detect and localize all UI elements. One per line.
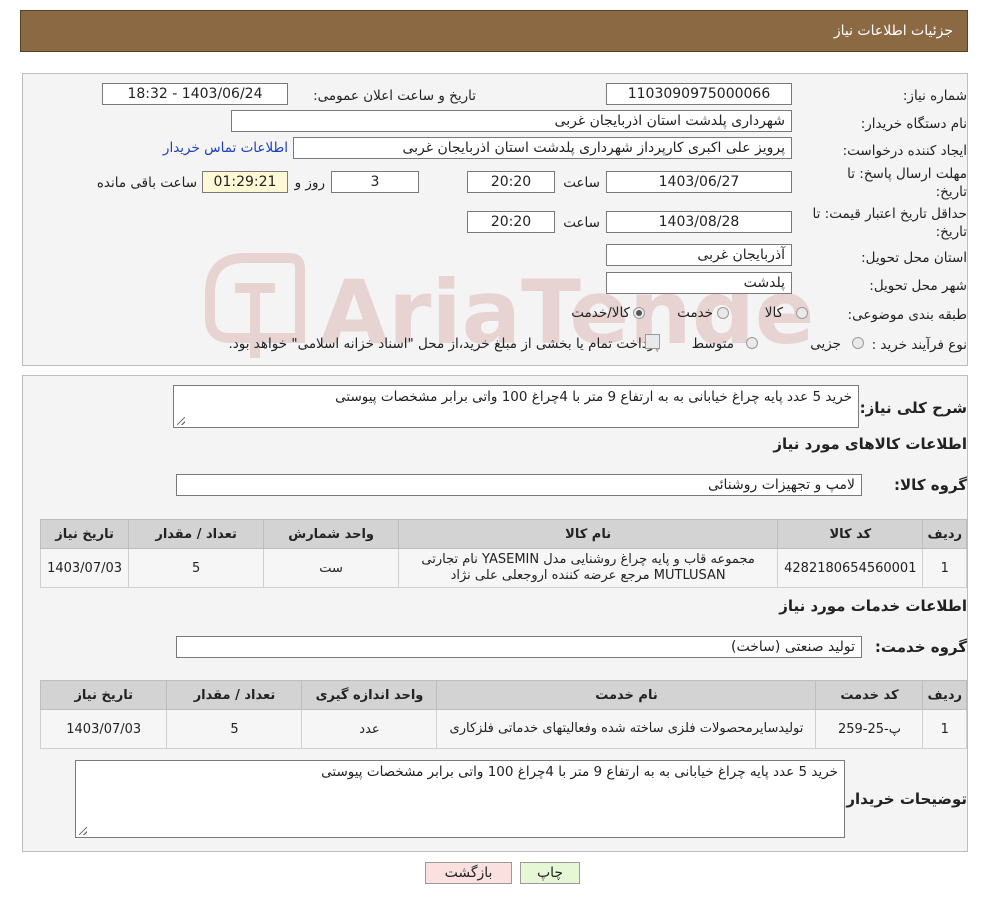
cell-measure-unit: عدد [301, 709, 438, 749]
goods-table: ردیف کد کالا نام کالا واحد شمارش تعداد /… [39, 519, 967, 588]
remaining-time-field: 01:29:21 [202, 171, 288, 193]
col-measure-unit: واحد اندازه گیری [301, 680, 438, 710]
col-quantity: تعداد / مقدار [128, 519, 265, 549]
services-table: ردیف کد خدمت نام خدمت واحد اندازه گیری ت… [39, 680, 967, 749]
goods-group-label: گروه کالا: [894, 476, 967, 494]
deadline-label-date: تاریخ: [935, 184, 967, 200]
back-button[interactable]: بازگشت [425, 862, 512, 884]
days-label: روز و [294, 175, 325, 191]
city-label: شهر محل تحویل: [869, 278, 967, 294]
announce-datetime-field: 1403/06/24 - 18:32 [102, 83, 288, 105]
buyer-notes-label: توضیحات خریدار: [840, 790, 967, 808]
category-option-service: خدمت [677, 305, 713, 321]
deadline-date-field: 1403/06/27 [606, 171, 792, 193]
buyer-notes-textarea[interactable]: خرید 5 عدد پایه چراغ خیابانی به به ارتفا… [75, 760, 845, 838]
col-unit: واحد شمارش [263, 519, 400, 549]
cell-goods-name: مجموعه قاب و پایه چراغ روشنایی مدل YASEM… [398, 548, 779, 588]
page-title: جزئیات اطلاعات نیاز [833, 23, 953, 39]
summary-textarea[interactable]: خرید 5 عدد پایه چراغ خیابانی به به ارتفا… [173, 385, 859, 428]
buyer-org-field: شهرداری پلدشت استان اذربایجان غربی [231, 110, 792, 132]
deadline-time-field: 20:20 [467, 171, 555, 193]
col-service-name: نام خدمت [436, 680, 817, 710]
category-label: طبقه بندی موضوعی: [847, 307, 967, 323]
category-option-goods-service: کالا/خدمت [571, 305, 630, 321]
cell-service-name: تولیدسایرمحصولات فلزی ساخته شده وفعالیته… [436, 709, 817, 749]
resize-grip-icon[interactable] [79, 827, 87, 835]
col-quantity: تعداد / مقدار [166, 680, 303, 710]
cell-quantity: 5 [166, 709, 303, 749]
goods-group-field: لامپ و تجهیزات روشنائی [176, 474, 862, 496]
col-service-code: کد خدمت [815, 680, 924, 710]
cell-row: 1 [922, 548, 967, 588]
creator-field: پرویز علی اکبری کارپرداز شهرداری پلدشت ا… [293, 137, 792, 159]
services-section-title: اطلاعات خدمات مورد نیاز [779, 597, 967, 615]
cell-unit: ست [263, 548, 400, 588]
cell-need-date: 1403/07/03 [39, 709, 168, 749]
resize-grip-icon[interactable] [177, 417, 185, 425]
deadline-label: مهلت ارسال پاسخ: تا [847, 166, 967, 182]
summary-label: شرح کلی نیاز: [859, 399, 967, 417]
process-radio-medium[interactable] [746, 337, 758, 349]
page-header: جزئیات اطلاعات نیاز [20, 10, 968, 52]
need-number-label: شماره نیاز: [902, 88, 967, 104]
col-row: ردیف [922, 519, 967, 549]
deadline-time-label: ساعت [563, 175, 600, 191]
services-table-header: ردیف کد خدمت نام خدمت واحد اندازه گیری ت… [39, 680, 967, 710]
table-row: 1 4282180654560001 مجموعه قاب و پایه چرا… [39, 548, 967, 588]
goods-section-title: اطلاعات کالاهای مورد نیاز [773, 435, 967, 453]
goods-table-header: ردیف کد کالا نام کالا واحد شمارش تعداد /… [39, 519, 967, 549]
cell-goods-code: 4282180654560001 [777, 548, 924, 588]
validity-time-label: ساعت [563, 215, 600, 231]
process-option-minor: جزیی [810, 336, 841, 352]
remaining-label: ساعت باقی مانده [96, 175, 197, 191]
category-radio-goods-service[interactable] [633, 307, 645, 319]
validity-time-field: 20:20 [467, 211, 555, 233]
col-goods-code: کد کالا [777, 519, 924, 549]
cell-need-date: 1403/07/03 [39, 548, 130, 588]
cell-service-code: پ-25-259 [815, 709, 924, 749]
summary-text: خرید 5 عدد پایه چراغ خیابانی به به ارتفا… [335, 389, 852, 405]
category-radio-service[interactable] [717, 307, 729, 319]
col-need-date: تاریخ نیاز [39, 519, 130, 549]
process-label: نوع فرآیند خرید : [871, 337, 967, 353]
service-group-label: گروه خدمت: [874, 638, 967, 656]
col-goods-name: نام کالا [398, 519, 779, 549]
validity-date-field: 1403/08/28 [606, 211, 792, 233]
city-field: پلدشت [606, 272, 792, 294]
col-row: ردیف [922, 680, 967, 710]
treasury-note: پرداخت تمام یا بخشی از مبلغ خرید،از محل … [228, 336, 659, 352]
validity-label-date: تاریخ: [935, 224, 967, 240]
need-number-field: 1103090975000066 [606, 83, 792, 105]
service-group-field: تولید صنعتی (ساخت) [176, 636, 862, 658]
category-option-goods: کالا [764, 305, 783, 321]
treasury-checkbox[interactable] [645, 334, 660, 349]
table-row: 1 پ-25-259 تولیدسایرمحصولات فلزی ساخته ش… [39, 709, 967, 749]
days-remaining-field: 3 [331, 171, 419, 193]
cell-row: 1 [922, 709, 967, 749]
cell-quantity: 5 [128, 548, 265, 588]
buyer-org-label: نام دستگاه خریدار: [860, 116, 967, 132]
buyer-notes-text: خرید 5 عدد پایه چراغ خیابانی به به ارتفا… [321, 764, 838, 780]
creator-label: ایجاد کننده درخواست: [842, 143, 967, 159]
col-need-date: تاریخ نیاز [39, 680, 168, 710]
validity-label: حداقل تاریخ اعتبار قیمت: تا [812, 206, 967, 222]
category-radio-goods[interactable] [796, 307, 808, 319]
process-radio-minor[interactable] [852, 337, 864, 349]
province-field: آذربایجان غربی [606, 244, 792, 266]
print-button[interactable]: چاپ [520, 862, 580, 884]
buyer-contact-link[interactable]: اطلاعات تماس خریدار [163, 140, 288, 156]
province-label: استان محل تحویل: [861, 250, 967, 266]
process-option-medium: متوسط [691, 336, 734, 352]
announce-label: تاریخ و ساعت اعلان عمومی: [313, 88, 476, 104]
